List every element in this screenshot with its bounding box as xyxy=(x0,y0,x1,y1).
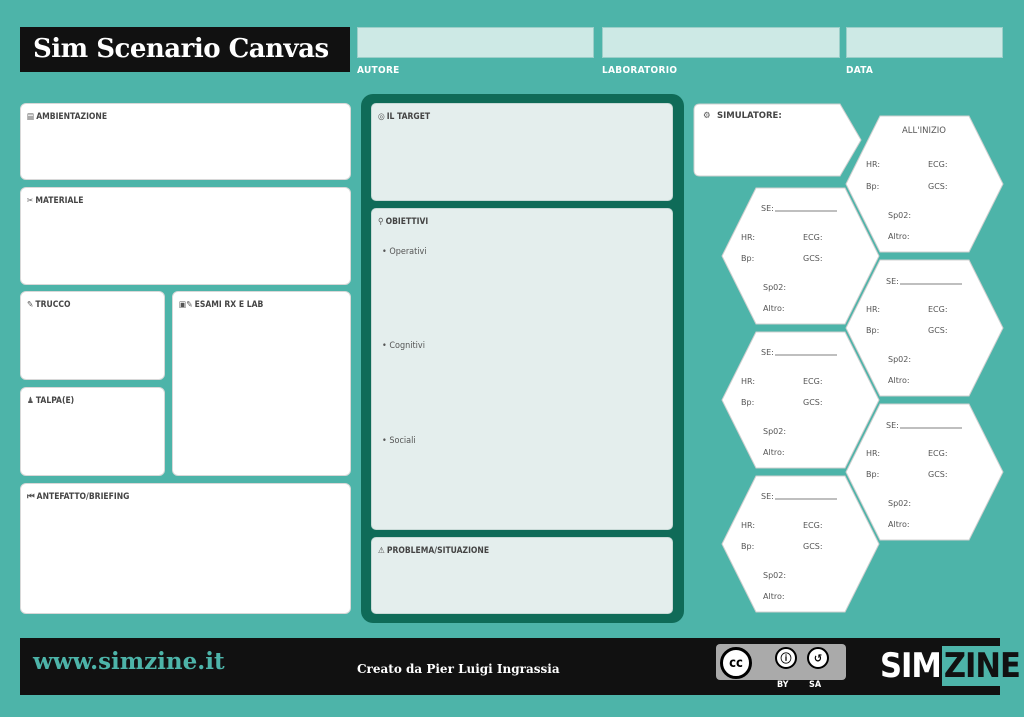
hex-state-3[interactable]: SE: HR: ECG: Bp: GCS: Sp02: Altro: xyxy=(721,475,880,613)
altro-label: Altro: xyxy=(888,376,910,385)
website-link[interactable]: www.simzine.it xyxy=(33,648,225,675)
all-inizio-label: ALL'INIZIO xyxy=(902,126,946,136)
hex-state-2[interactable]: SE: HR: ECG: Bp: GCS: Sp02: Altro: xyxy=(721,331,880,469)
se-label: SE: xyxy=(886,421,899,430)
gcs-label: GCS: xyxy=(928,182,948,191)
altro-label: Altro: xyxy=(888,520,910,529)
bp-label: Bp: xyxy=(741,398,754,407)
spo2-label: Sp02: xyxy=(888,355,911,364)
gcs-label: GCS: xyxy=(803,254,823,263)
spo2-label: Sp02: xyxy=(888,499,911,508)
hr-label: HR: xyxy=(866,305,880,314)
altro-label: Altro: xyxy=(763,304,785,313)
bp-label: Bp: xyxy=(741,542,754,551)
se-label: SE: xyxy=(761,204,774,213)
ecg-label: ECG: xyxy=(928,449,948,458)
se-label: SE: xyxy=(886,277,899,286)
by-icon: ⓘ xyxy=(775,647,797,669)
gcs-label: GCS: xyxy=(928,326,948,335)
altro-label: Altro: xyxy=(763,448,785,457)
spo2-label: Sp02: xyxy=(888,211,911,220)
gcs-label: GCS: xyxy=(803,398,823,407)
gears-icon: ⚙ xyxy=(703,111,711,121)
ecg-label: ECG: xyxy=(928,305,948,314)
license-sa-label: SA xyxy=(809,680,822,690)
ecg-label: ECG: xyxy=(803,377,823,386)
ecg-label: ECG: xyxy=(803,521,823,530)
bp-label: Bp: xyxy=(866,326,879,335)
hex-state-5[interactable]: SE: HR: ECG: Bp: GCS: Sp02: Altro: xyxy=(845,403,1004,541)
simzine-logo: SIM ZINE xyxy=(880,646,1022,686)
se-label: SE: xyxy=(761,492,774,501)
bp-label: Bp: xyxy=(866,182,879,191)
hr-label: HR: xyxy=(866,160,880,169)
se-label: SE: xyxy=(761,348,774,357)
spo2-label: Sp02: xyxy=(763,283,786,292)
brand-zine: ZINE xyxy=(941,646,1022,686)
simulator-hexagons: ⚙ SIMULATORE: ALL'INIZIO HR: ECG: Bp: GC… xyxy=(693,103,1004,613)
creator-text: Creato da Pier Luigi Ingrassia xyxy=(357,662,560,676)
altro-label: Altro: xyxy=(888,232,910,241)
altro-label: Altro: xyxy=(763,592,785,601)
hex-all-inizio[interactable]: ALL'INIZIO HR: ECG: Bp: GCS: Sp02: Altro… xyxy=(845,115,1004,253)
license-by-label: BY xyxy=(777,680,789,690)
hr-label: HR: xyxy=(741,377,755,386)
hr-label: HR: xyxy=(741,233,755,242)
hr-label: HR: xyxy=(866,449,880,458)
ecg-label: ECG: xyxy=(928,160,948,169)
hex-state-4[interactable]: SE: HR: ECG: Bp: GCS: Sp02: Altro: xyxy=(845,259,1004,397)
spo2-label: Sp02: xyxy=(763,571,786,580)
gcs-label: GCS: xyxy=(803,542,823,551)
spo2-label: Sp02: xyxy=(763,427,786,436)
brand-sim: SIM xyxy=(880,646,942,686)
ecg-label: ECG: xyxy=(803,233,823,242)
gcs-label: GCS: xyxy=(928,470,948,479)
bp-label: Bp: xyxy=(866,470,879,479)
simulatore-panel[interactable]: ⚙ SIMULATORE: xyxy=(693,103,862,177)
cc-icon: cc xyxy=(720,647,752,679)
simulatore-label: SIMULATORE: xyxy=(717,111,782,121)
bp-label: Bp: xyxy=(741,254,754,263)
sa-icon: ↺ xyxy=(807,647,829,669)
cc-license-badge[interactable]: cc ⓘ ↺ xyxy=(716,644,846,680)
hr-label: HR: xyxy=(741,521,755,530)
hex-state-1[interactable]: SE: HR: ECG: Bp: GCS: Sp02: Altro: xyxy=(721,187,880,325)
